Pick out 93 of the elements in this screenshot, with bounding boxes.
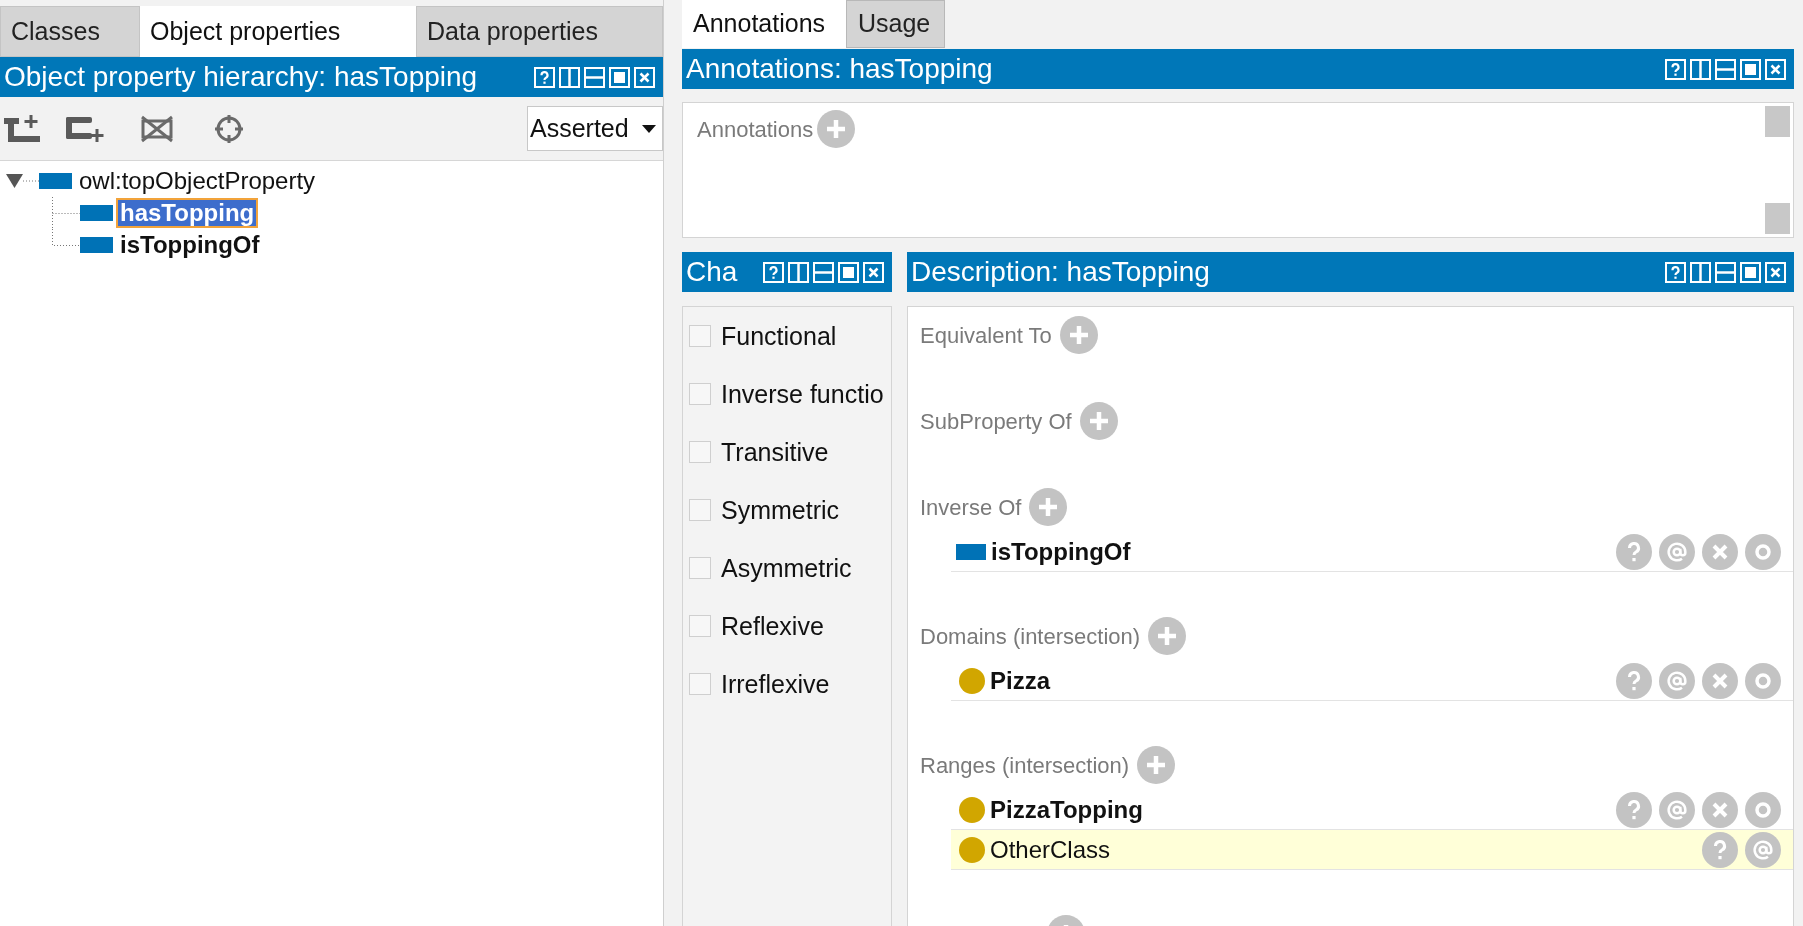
view-mode-dropdown[interactable]: Asserted	[527, 106, 663, 151]
checkbox-label: Irreflexive	[721, 669, 830, 699]
property-icon	[80, 205, 113, 221]
ring-icon[interactable]	[1745, 533, 1781, 570]
checkbox-label: Reflexive	[721, 611, 824, 641]
ring-icon[interactable]	[1745, 791, 1781, 828]
checkbox[interactable]	[689, 325, 711, 347]
help-icon[interactable]	[534, 66, 555, 88]
checkbox-label: Functional	[721, 321, 837, 351]
close-icon[interactable]	[1765, 58, 1786, 80]
maximize-icon[interactable]	[1740, 261, 1761, 283]
section-label: Ranges (intersection)	[920, 751, 1130, 780]
section-label: Annotations	[697, 115, 814, 144]
maximize-icon[interactable]	[838, 261, 859, 283]
help-icon[interactable]	[763, 261, 784, 283]
plus-icon[interactable]	[1148, 617, 1187, 655]
scroll-down-button[interactable]	[1765, 203, 1790, 234]
split-horizontal-icon[interactable]	[1715, 261, 1736, 283]
close-icon[interactable]	[863, 261, 884, 283]
view-title: Object property hierarchy: hasTopping	[4, 61, 478, 93]
description-row[interactable]: OtherClass	[951, 830, 1793, 870]
checkbox-label: Asymmetric	[721, 553, 852, 583]
ring-icon[interactable]	[1745, 662, 1781, 699]
split-horizontal-icon[interactable]	[584, 66, 605, 88]
checkbox-label: Symmetric	[721, 495, 840, 525]
section-label: Equivalent To	[920, 321, 1052, 350]
tab[interactable]: Usage	[846, 0, 945, 48]
class-dot-icon	[959, 667, 985, 694]
tab[interactable]: Annotations	[682, 0, 846, 48]
tree-item[interactable]: isToppingOf	[116, 230, 264, 260]
add-subproperty-icon[interactable]	[4, 114, 42, 143]
class-dot-icon	[959, 836, 985, 863]
tree-toggle-icon[interactable]	[6, 174, 23, 188]
plus-icon[interactable]	[1029, 488, 1068, 526]
plus-icon[interactable]	[817, 110, 856, 148]
tree-item[interactable]: owl:topObjectProperty	[75, 166, 320, 196]
checkbox-label: Inverse functio	[721, 379, 884, 409]
checkbox[interactable]	[689, 441, 711, 463]
entity-label: isToppingOf	[991, 537, 1131, 566]
description-row[interactable]: Pizza	[951, 661, 1793, 701]
section-label: Inverse Of	[920, 493, 1022, 522]
view-title: Cha	[686, 256, 738, 288]
checkbox[interactable]	[689, 673, 711, 695]
target-icon[interactable]	[215, 114, 243, 143]
split-vertical-icon[interactable]	[1690, 58, 1711, 80]
tab[interactable]: Data properties	[416, 6, 663, 57]
description-row[interactable]: PizzaTopping	[951, 790, 1793, 830]
x-icon[interactable]	[1702, 662, 1738, 699]
scroll-up-button[interactable]	[1765, 106, 1790, 137]
checkbox-label: Transitive	[721, 437, 829, 467]
split-vertical-icon[interactable]	[559, 66, 580, 88]
split-horizontal-icon[interactable]	[1715, 58, 1736, 80]
class-dot-icon	[959, 796, 985, 823]
property-icon	[39, 173, 72, 189]
checkbox[interactable]	[689, 615, 711, 637]
close-icon[interactable]	[634, 66, 655, 88]
tree-item[interactable]: hasTopping	[116, 198, 259, 228]
checkbox[interactable]	[689, 383, 711, 405]
split-vertical-icon[interactable]	[788, 261, 809, 283]
description-row[interactable]: isToppingOf	[951, 532, 1793, 572]
property-icon	[956, 543, 986, 560]
close-icon[interactable]	[1765, 261, 1786, 283]
tab[interactable]: Classes	[0, 6, 140, 57]
at-sign-icon[interactable]	[1659, 662, 1695, 699]
caret-icon	[642, 124, 656, 133]
entity-label: PizzaTopping	[990, 795, 1143, 824]
at-sign-icon[interactable]	[1659, 791, 1695, 828]
at-sign-icon[interactable]	[1659, 533, 1695, 570]
view-title: Annotations: hasTopping	[686, 53, 993, 85]
section-label: SubProperty Of	[920, 407, 1072, 436]
plus-icon[interactable]	[1137, 746, 1176, 784]
plus-icon[interactable]	[1059, 316, 1098, 354]
entity-label: Pizza	[990, 666, 1051, 695]
add-sibling-icon[interactable]	[66, 114, 104, 143]
checkbox[interactable]	[689, 499, 711, 521]
property-icon	[80, 237, 113, 253]
help-icon[interactable]	[1665, 261, 1686, 283]
entity-label: OtherClass	[990, 835, 1111, 864]
split-horizontal-icon[interactable]	[813, 261, 834, 283]
plus-icon[interactable]	[1079, 402, 1118, 440]
maximize-icon[interactable]	[609, 66, 630, 88]
delete-icon[interactable]	[140, 114, 174, 143]
at-sign-icon[interactable]	[1745, 831, 1781, 868]
maximize-icon[interactable]	[1740, 58, 1761, 80]
split-vertical-icon[interactable]	[1690, 261, 1711, 283]
help-icon[interactable]	[1665, 58, 1686, 80]
tab[interactable]: Object properties	[140, 6, 416, 57]
tree-line	[23, 180, 39, 182]
checkbox[interactable]	[689, 557, 711, 579]
x-icon[interactable]	[1702, 533, 1738, 570]
view-title: Description: hasTopping	[911, 256, 1210, 288]
section-label: Domains (intersection)	[920, 622, 1141, 651]
x-icon[interactable]	[1702, 791, 1738, 828]
